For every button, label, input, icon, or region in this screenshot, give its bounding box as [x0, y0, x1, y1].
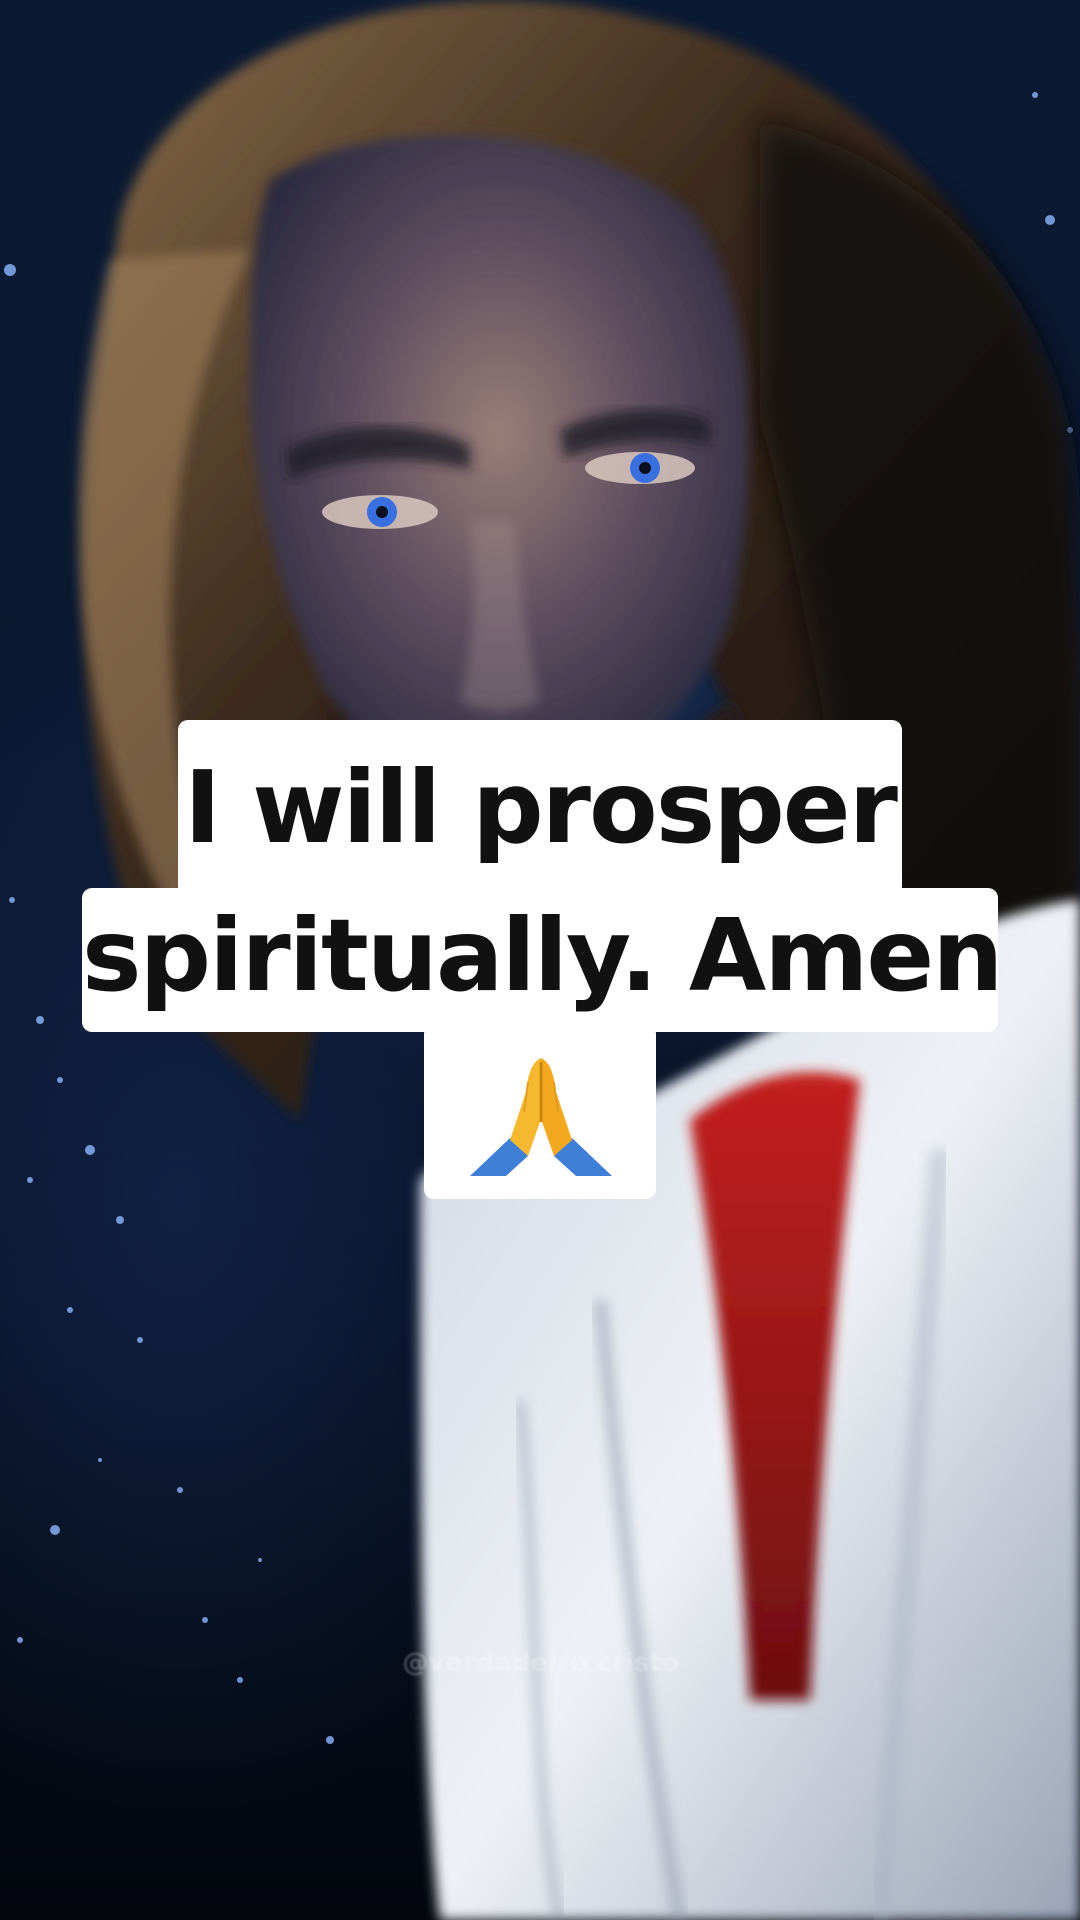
watermark: @verdadeiro cristo [402, 1648, 680, 1678]
video-frame: I will prosper spiritually. Amen @verdad… [0, 0, 1080, 1920]
jesus-portrait [4, 0, 1080, 1920]
